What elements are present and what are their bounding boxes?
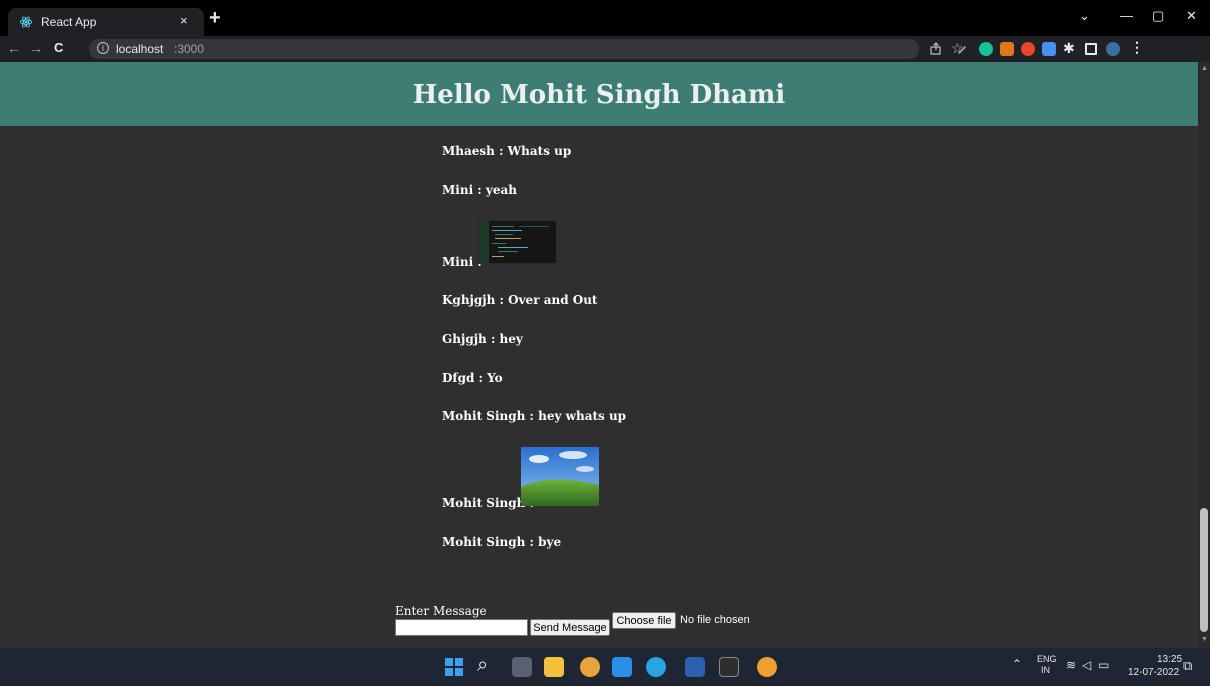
react-logo-icon bbox=[19, 16, 33, 28]
close-window-button[interactable]: ✕ bbox=[1186, 8, 1197, 24]
volume-icon[interactable]: ◁ bbox=[1082, 658, 1091, 672]
file-status: No file chosen bbox=[680, 614, 750, 626]
message-text: Mini : bbox=[442, 255, 482, 269]
message-image-bliss-wallpaper[interactable] bbox=[521, 447, 599, 506]
chat-message: Dfgd : Yo bbox=[442, 371, 503, 385]
chat-message: Mini : bbox=[442, 255, 482, 269]
search-icon[interactable]: ⌕ bbox=[477, 654, 488, 677]
new-tab-button[interactable]: + bbox=[209, 8, 221, 28]
browser-tab-strip: React App × + ⌄ — ▢ ✕ bbox=[0, 0, 1210, 36]
tab-title: React App bbox=[41, 15, 97, 29]
message-text: Mohit Singh : bye bbox=[442, 535, 562, 549]
red-extension-icon[interactable] bbox=[1021, 42, 1035, 56]
chat-message: Mohit Singh : hey whats up bbox=[442, 409, 626, 423]
extensions-puzzle-icon[interactable]: ✱ bbox=[1063, 40, 1075, 57]
chrome-active-icon[interactable] bbox=[757, 657, 777, 677]
more-menu-icon[interactable]: ⋮ bbox=[1130, 39, 1144, 56]
scroll-down-icon[interactable]: ▼ bbox=[1201, 636, 1208, 643]
choose-file-button[interactable]: Choose file bbox=[612, 612, 676, 629]
task-view-icon[interactable] bbox=[512, 657, 532, 677]
page-title: Hello Mohit Singh Dhami bbox=[412, 80, 786, 110]
message-image-code-screenshot[interactable] bbox=[478, 220, 557, 264]
metamask-extension-icon[interactable] bbox=[1000, 42, 1014, 56]
page-scrollbar[interactable]: ▲ ▼ bbox=[1198, 62, 1210, 648]
scroll-up-icon[interactable]: ▲ bbox=[1201, 65, 1208, 72]
browser-tab[interactable]: React App × bbox=[8, 8, 204, 36]
windows-start-icon[interactable] bbox=[444, 657, 464, 677]
clock-time[interactable]: 13:25 bbox=[1157, 654, 1182, 665]
site-info-icon[interactable]: i bbox=[97, 42, 109, 54]
screen-bottom-edge bbox=[0, 686, 1210, 692]
vscode-icon[interactable] bbox=[612, 657, 632, 677]
forward-button[interactable]: → bbox=[29, 40, 43, 56]
chat-message: Mohit Singh : bye bbox=[442, 535, 561, 549]
message-text: Kghjgjh : Over and Out bbox=[442, 293, 598, 307]
chat-message: Mhaesh : Whats up bbox=[442, 144, 571, 158]
scrollbar-thumb[interactable] bbox=[1200, 508, 1208, 632]
reload-button[interactable]: C bbox=[54, 40, 63, 55]
clock-date[interactable]: 12-07-2022 bbox=[1128, 667, 1179, 678]
tray-chevron-icon[interactable]: ⌃ bbox=[1012, 657, 1022, 671]
message-label: Enter Message bbox=[395, 604, 487, 618]
message-text: Mohit Singh : hey whats up bbox=[442, 409, 627, 423]
minimize-button[interactable]: — bbox=[1120, 8, 1133, 23]
tab-close-icon[interactable]: × bbox=[180, 13, 188, 28]
windows-taskbar: ⌕ ⌃ ENG IN ≋ ◁ ▭ 13:25 12-07-2022 ⧉ bbox=[0, 648, 1210, 686]
tab-search-icon[interactable]: ⌄ bbox=[1079, 8, 1090, 24]
maximize-button[interactable]: ▢ bbox=[1152, 8, 1164, 24]
language-indicator[interactable]: ENG bbox=[1037, 654, 1057, 664]
url-host: localhost bbox=[116, 42, 164, 56]
url-port: :3000 bbox=[174, 42, 205, 56]
side-panel-icon[interactable] bbox=[1085, 43, 1097, 55]
notifications-icon[interactable]: ⧉ bbox=[1183, 658, 1192, 674]
message-input[interactable] bbox=[395, 619, 528, 636]
battery-icon[interactable]: ▭ bbox=[1098, 658, 1109, 672]
word-icon[interactable] bbox=[685, 657, 705, 677]
address-bar[interactable]: i localhost :3000 ☆ bbox=[89, 39, 964, 59]
share-icon[interactable] bbox=[929, 42, 943, 56]
send-message-button[interactable]: Send Message bbox=[530, 619, 610, 636]
browser-toolbar: ← → C i localhost :3000 ☆ ✱ ⋮ bbox=[0, 36, 1210, 62]
message-text: Mini : yeah bbox=[442, 183, 518, 197]
message-text: Ghjgjh : hey bbox=[442, 332, 523, 346]
profile-avatar-icon[interactable] bbox=[1106, 42, 1120, 56]
chrome-icon[interactable] bbox=[580, 657, 600, 677]
telegram-icon[interactable] bbox=[646, 657, 666, 677]
message-text: Dfgd : Yo bbox=[442, 371, 503, 385]
back-button[interactable]: ← bbox=[7, 40, 21, 56]
terminal-icon[interactable] bbox=[719, 657, 739, 677]
chat-message: Mini : yeah bbox=[442, 183, 517, 197]
region-indicator[interactable]: IN bbox=[1041, 665, 1050, 675]
translate-extension-icon[interactable] bbox=[1042, 42, 1056, 56]
chat-message: Kghjgjh : Over and Out bbox=[442, 293, 597, 307]
message-text: Mhaesh : Whats up bbox=[442, 144, 572, 158]
chat-page: Hello Mohit Singh Dhami Mhaesh : Whats u… bbox=[0, 62, 1198, 648]
wifi-icon[interactable]: ≋ bbox=[1066, 658, 1076, 672]
app-header: Hello Mohit Singh Dhami bbox=[0, 62, 1198, 126]
grammarly-extension-icon[interactable] bbox=[979, 42, 993, 56]
file-explorer-icon[interactable] bbox=[544, 657, 564, 677]
chat-message: Ghjgjh : hey bbox=[442, 332, 523, 346]
